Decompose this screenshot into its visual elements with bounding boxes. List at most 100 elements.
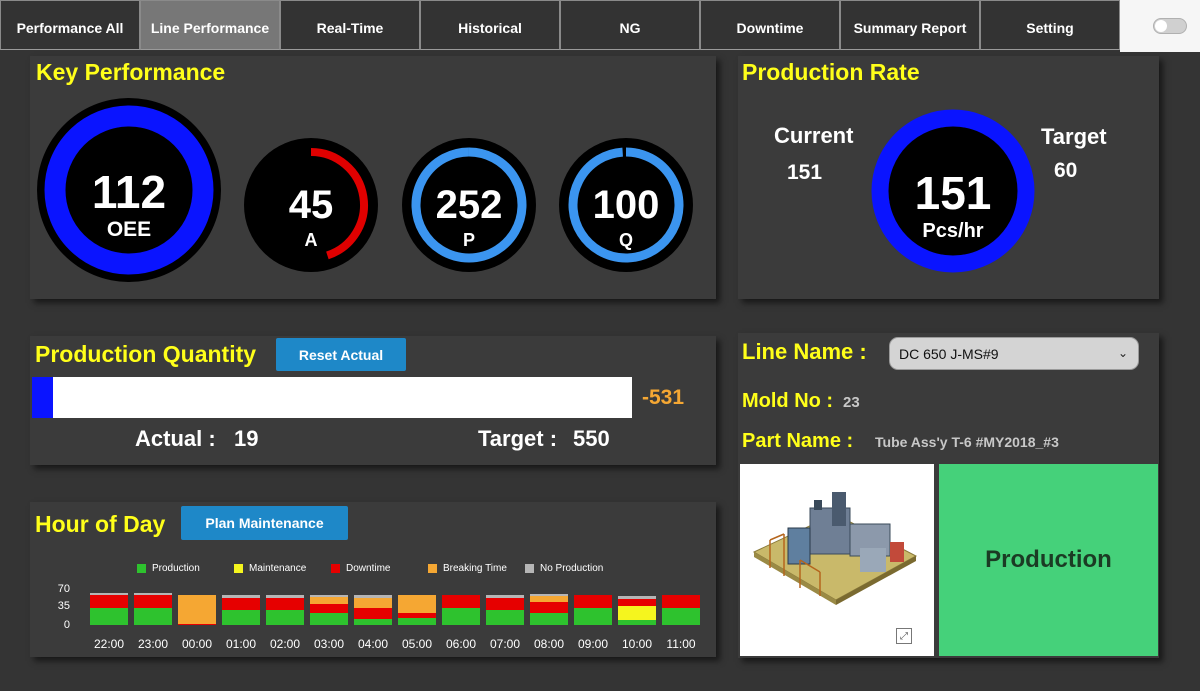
bar-segment-downtime — [310, 604, 348, 613]
hour-bar-0000[interactable] — [178, 590, 216, 625]
bar-segment-production — [134, 607, 172, 625]
bar-segment-production — [222, 610, 260, 625]
bar-segment-production — [574, 607, 612, 625]
bar-segment-production — [90, 607, 128, 625]
bar-segment-no-production — [486, 595, 524, 598]
tab-real-time[interactable]: Real-Time — [280, 0, 420, 50]
bar-segment-downtime — [398, 612, 436, 618]
legend-no-production: No Production — [525, 563, 603, 574]
key-performance-title: Key Performance — [36, 59, 226, 85]
part-name-value: Tube Ass'y T-6 #MY2018_#3 — [875, 434, 1059, 450]
bar-segment-breaking-time — [398, 595, 436, 613]
bar-segment-production — [354, 619, 392, 625]
q-gauge: 100 Q — [558, 137, 694, 273]
bar-segment-breaking-time — [310, 596, 348, 604]
actual-value: 19 — [234, 426, 259, 451]
tab-summary-report[interactable]: Summary Report — [840, 0, 980, 50]
oee-value: 112 — [91, 166, 167, 218]
theme-toggle[interactable] — [1153, 18, 1187, 34]
expand-icon[interactable]: ⤢ — [896, 628, 912, 644]
bar-segment-no-production — [134, 592, 172, 595]
current-value: 151 — [787, 161, 823, 184]
legend-label: No Production — [540, 563, 604, 574]
oee-gauge: 112 OEE — [36, 97, 222, 283]
y-tick-35: 35 — [57, 600, 70, 612]
bar-segment-downtime — [574, 595, 612, 608]
production-rate-title: Production Rate — [742, 59, 920, 85]
plan-maintenance-button[interactable]: Plan Maintenance — [181, 506, 348, 540]
bar-segment-downtime — [486, 597, 524, 610]
production-rate-value: 151 — [914, 167, 992, 219]
hour-bar-0300[interactable] — [310, 590, 348, 625]
x-tick-label: 07:00 — [489, 637, 521, 651]
target-qty-label: Target : — [478, 426, 558, 451]
reset-actual-button[interactable]: Reset Actual — [276, 338, 406, 371]
tab-setting[interactable]: Setting — [980, 0, 1120, 50]
x-tick-label: 00:00 — [181, 637, 213, 651]
legend-breaking-time: Breaking Time — [428, 563, 507, 574]
bar-segment-no-production — [618, 596, 656, 599]
hour-bar-0200[interactable] — [266, 590, 304, 625]
target-qty-value: 550 — [573, 426, 610, 451]
bar-segment-breaking-time — [530, 595, 568, 602]
hour-bar-1000[interactable] — [618, 590, 656, 625]
bar-segment-downtime — [618, 598, 656, 606]
hour-bar-0400[interactable] — [354, 590, 392, 625]
production-progress-bar — [32, 377, 632, 418]
legend-swatch — [137, 564, 146, 573]
x-tick-label: 11:00 — [666, 637, 696, 651]
bar-segment-downtime — [442, 595, 480, 608]
mold-no-value: 23 — [843, 394, 860, 411]
current-label: Current — [774, 123, 854, 148]
legend-swatch — [525, 564, 534, 573]
bar-segment-maintenance — [618, 606, 656, 620]
hour-bar-0800[interactable] — [530, 590, 568, 625]
x-tick-label: 02:00 — [269, 637, 301, 651]
toggle-knob — [1155, 20, 1167, 32]
a-value: 45 — [288, 183, 334, 227]
legend-label: Downtime — [346, 563, 391, 574]
q-label: Q — [618, 230, 633, 250]
tab-ng[interactable]: NG — [560, 0, 700, 50]
production-rate-unit: Pcs/hr — [922, 220, 984, 242]
p-gauge: 252 P — [401, 137, 537, 273]
tab-downtime[interactable]: Downtime — [700, 0, 840, 50]
actual-label: Actual : — [135, 426, 216, 451]
hour-bar-0100[interactable] — [222, 590, 260, 625]
legend-maintenance: Maintenance — [234, 563, 306, 574]
bar-segment-production — [266, 610, 304, 625]
bar-segment-downtime — [90, 595, 128, 608]
bar-segment-production — [310, 612, 348, 625]
tab-line-performance[interactable]: Line Performance — [140, 0, 280, 50]
y-tick-70: 70 — [57, 583, 70, 595]
tab-performance-all[interactable]: Performance All — [0, 0, 140, 50]
hour-bar-1100[interactable] — [662, 590, 700, 625]
p-value: 252 — [435, 183, 503, 227]
hour-of-day-title: Hour of Day — [35, 511, 166, 537]
hour-bar-0700[interactable] — [486, 590, 524, 625]
line-name-select[interactable]: DC 650 J-MS#9 ⌄ — [889, 337, 1139, 370]
hour-bar-0500[interactable] — [398, 590, 436, 625]
line-status-text: Production — [985, 546, 1112, 573]
bar-segment-no-production — [310, 595, 348, 597]
hour-bar-0600[interactable] — [442, 590, 480, 625]
chevron-down-icon: ⌄ — [1117, 346, 1128, 360]
x-tick-label: 22:00 — [93, 637, 125, 651]
hour-bar-2200[interactable] — [90, 590, 128, 625]
legend-label: Breaking Time — [443, 563, 507, 574]
bar-segment-production — [398, 617, 436, 625]
line-name-value: DC 650 J-MS#9 — [899, 345, 999, 362]
production-quantity-title: Production Quantity — [35, 341, 257, 367]
hour-bar-0900[interactable] — [574, 590, 612, 625]
hour-bar-2300[interactable] — [134, 590, 172, 625]
x-tick-label: 03:00 — [313, 637, 345, 651]
bar-segment-breaking-time — [354, 598, 392, 608]
x-tick-label: 08:00 — [533, 637, 565, 651]
legend-swatch — [428, 564, 437, 573]
tab-historical[interactable]: Historical — [420, 0, 560, 50]
bar-segment-no-production — [266, 595, 304, 598]
x-tick-label: 09:00 — [577, 637, 609, 651]
bar-segment-downtime — [134, 595, 172, 608]
bar-segment-downtime — [222, 597, 260, 610]
line-name-label: Line Name : — [742, 339, 867, 364]
